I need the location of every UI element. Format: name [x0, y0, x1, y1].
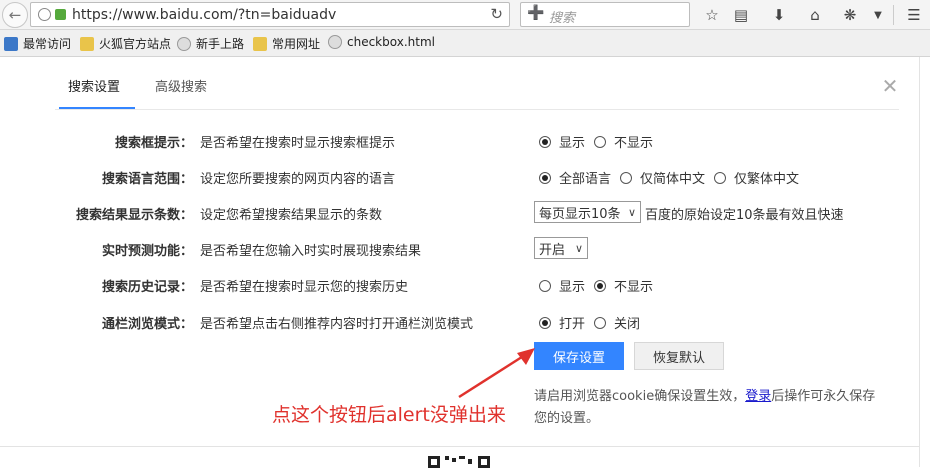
home-icon[interactable]: ⌂ [803, 3, 827, 27]
note-text: 请启用浏览器cookie确保设置生效， [534, 389, 746, 404]
radio-label: 打开 [559, 317, 586, 332]
bookmark-label: checkbox.html [347, 35, 435, 49]
back-button[interactable]: ← [2, 2, 28, 28]
radio-label: 仅繁体中文 [734, 172, 800, 187]
setting-desc-suggest: 是否希望在搜索时显示搜索框提示 [200, 136, 396, 151]
panel-border-right [919, 57, 920, 467]
site-info-icon[interactable] [38, 8, 51, 21]
active-tab-indicator [59, 107, 135, 109]
radio-unchecked-icon [594, 316, 606, 329]
folder-icon [253, 36, 267, 51]
qr-code-icon [428, 456, 490, 468]
setting-label-language: 搜索语言范围： [101, 172, 193, 187]
save-settings-button[interactable]: 保存设置 [534, 342, 624, 370]
radio-unchecked-icon [714, 171, 726, 184]
bookmark-label: 新手上路 [196, 37, 245, 51]
bookmark-firefox-site[interactable]: 火狐官方站点 [80, 35, 171, 52]
bookmark-getting-started[interactable]: 新手上路 [177, 35, 244, 52]
radio-checked-icon [539, 316, 551, 329]
radio-browse-open[interactable]: 打开 [539, 313, 585, 332]
setting-label-result-count: 搜索结果显示条数： [75, 208, 193, 223]
select-value: 开启 [539, 242, 566, 258]
tab-search-settings[interactable]: 搜索设置 [68, 76, 120, 95]
download-icon[interactable]: ⬇ [767, 3, 791, 27]
cookie-note: 请启用浏览器cookie确保设置生效，登录后操作可永久保存您的设置。 [534, 386, 879, 430]
radio-label: 不显示 [614, 280, 654, 295]
radio-label: 显示 [559, 280, 586, 295]
login-link[interactable]: 登录 [745, 389, 771, 404]
setting-label-history: 搜索历史记录： [101, 280, 193, 295]
radio-checked-icon [594, 279, 606, 292]
radio-suggest-hide[interactable]: 不显示 [594, 132, 653, 151]
globe-icon [328, 35, 342, 49]
url-bar[interactable]: https://www.baidu.com/?tn=baiduadv ↻ [30, 2, 510, 27]
setting-label-suggest: 搜索框提示： [114, 136, 193, 151]
radio-history-hide[interactable]: 不显示 [594, 276, 653, 295]
folder-icon [80, 36, 94, 51]
bookmark-label: 常用网址 [272, 37, 321, 51]
secure-lock-icon [55, 9, 66, 20]
setting-desc-realtime: 是否希望在您输入时实时展现搜索结果 [200, 244, 422, 259]
chevron-down-icon[interactable]: ▼ [866, 3, 890, 27]
reload-icon[interactable]: ↻ [490, 5, 503, 23]
radio-label: 不显示 [614, 136, 654, 151]
reading-list-icon[interactable]: ▤ [729, 3, 753, 27]
bookmarks-toolbar: 最常访问 火狐官方站点 新手上路 常用网址 checkbox.html [0, 30, 930, 57]
bookmark-checkbox-html[interactable]: checkbox.html [328, 35, 435, 49]
bookmark-label: 最常访问 [23, 37, 72, 51]
radio-checked-icon [539, 171, 551, 184]
search-bar[interactable]: ➕ 搜索 [520, 2, 690, 27]
back-arrow-icon: ← [8, 6, 22, 24]
browser-toolbar: ← https://www.baidu.com/?tn=baiduadv ↻ ➕… [0, 0, 930, 30]
bookmark-label: 火狐官方站点 [99, 37, 172, 51]
globe-icon [177, 36, 191, 51]
chevron-down-icon: ∨ [627, 205, 636, 219]
annotation-text: 点这个按钮后alert没弹出来 [272, 404, 506, 426]
star-folder-icon [4, 36, 18, 51]
select-value: 每页显示10条 [539, 206, 621, 222]
bookmark-most-visited[interactable]: 最常访问 [4, 35, 71, 52]
radio-language-all[interactable]: 全部语言 [539, 168, 611, 187]
settings-tabs: 搜索设置 高级搜索 [55, 57, 899, 110]
radio-checked-icon [539, 135, 551, 148]
chevron-down-icon: ∨ [574, 241, 583, 255]
annotation-arrow-icon [458, 348, 535, 399]
toolbar-divider [893, 5, 894, 25]
radio-language-traditional[interactable]: 仅繁体中文 [714, 168, 799, 187]
setting-desc-language: 设定您所要搜索的网页内容的语言 [200, 172, 396, 187]
result-count-hint: 百度的原始设定10条最有效且快速 [645, 208, 844, 223]
radio-history-show[interactable]: 显示 [539, 276, 585, 295]
radio-label: 关闭 [614, 317, 641, 332]
radio-language-simplified[interactable]: 仅简体中文 [620, 168, 705, 187]
panel-border-bottom [0, 446, 920, 447]
setting-label-realtime: 实时预测功能： [101, 244, 193, 259]
search-engine-icon[interactable]: ➕ [527, 5, 544, 21]
restore-defaults-button[interactable]: 恢复默认 [634, 342, 724, 370]
result-count-select[interactable]: 每页显示10条 ∨ [534, 201, 641, 223]
radio-unchecked-icon [539, 279, 551, 292]
radio-label: 仅简体中文 [640, 172, 706, 187]
radio-unchecked-icon [620, 171, 632, 184]
radio-label: 显示 [559, 136, 586, 151]
radio-browse-close[interactable]: 关闭 [594, 313, 640, 332]
search-placeholder: 搜索 [549, 11, 576, 26]
radio-unchecked-icon [594, 135, 606, 148]
radio-suggest-show[interactable]: 显示 [539, 132, 585, 151]
setting-label-browse-mode: 通栏浏览模式： [101, 317, 193, 332]
realtime-select[interactable]: 开启 ∨ [534, 237, 588, 259]
bookmark-star-icon[interactable]: ☆ [700, 3, 724, 27]
setting-desc-browse-mode: 是否希望点击右侧推荐内容时打开通栏浏览模式 [200, 317, 474, 332]
radio-label: 全部语言 [559, 172, 612, 187]
setting-desc-result-count: 设定您希望搜索结果显示的条数 [200, 208, 383, 223]
bookmark-common-sites[interactable]: 常用网址 [253, 35, 320, 52]
close-icon[interactable]: ✕ [880, 76, 900, 96]
url-text[interactable]: https://www.baidu.com/?tn=baiduadv [72, 7, 336, 23]
menu-icon[interactable]: ☰ [902, 3, 926, 27]
tab-advanced-search[interactable]: 高级搜索 [155, 76, 207, 95]
extension-icon[interactable]: ❋ [838, 3, 862, 27]
setting-desc-history: 是否希望在搜索时显示您的搜索历史 [200, 280, 409, 295]
